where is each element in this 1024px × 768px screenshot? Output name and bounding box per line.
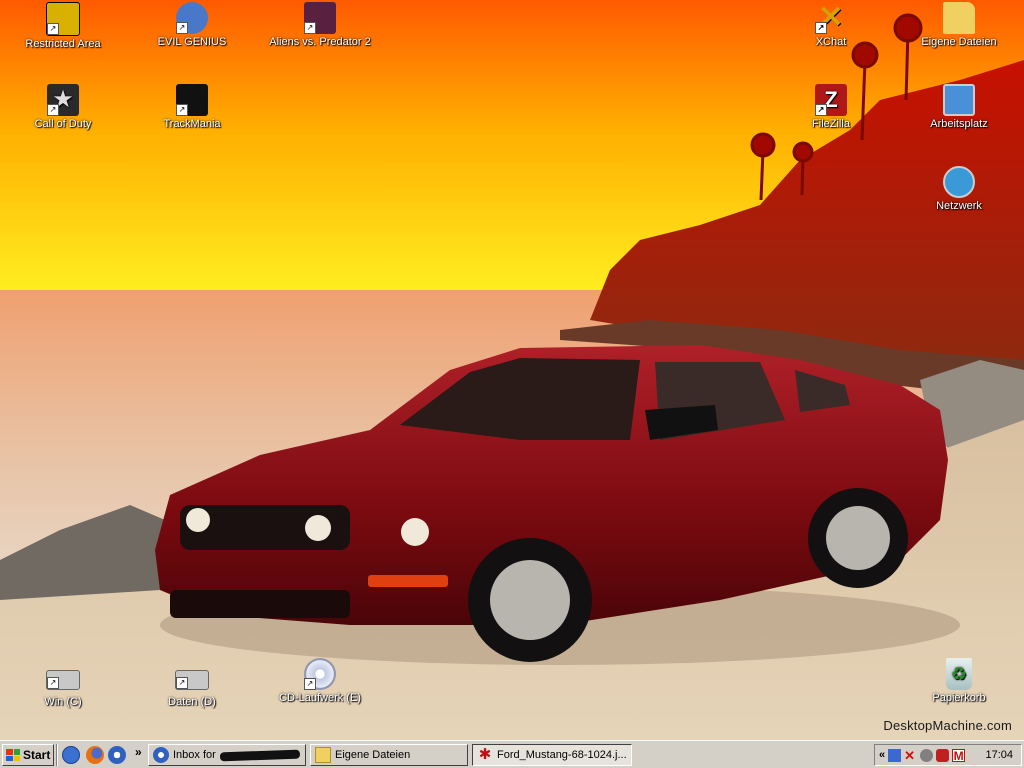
desktop-icon-call-of-duty[interactable]: ★ ↗ Call of Duty	[8, 84, 118, 130]
desktop-icon-arbeitsplatz[interactable]: Arbeitsplatz	[904, 84, 1014, 130]
quick-launch-more-button[interactable]: »	[135, 745, 142, 759]
my-documents-icon	[943, 2, 975, 34]
desktop-icon-filezilla[interactable]: Z ↗ FileZilla	[776, 84, 886, 130]
desktop-icon-papierkorb[interactable]: ♻ Papierkorb	[904, 658, 1014, 704]
volume-icon[interactable]	[888, 748, 902, 762]
desktop-icon-netzwerk[interactable]: Netzwerk	[904, 166, 1014, 212]
redaction-mark	[219, 749, 300, 761]
task-label: Inbox for	[173, 749, 216, 761]
evil-genius-icon: ↗	[176, 2, 208, 34]
antivirus-icon[interactable]	[920, 748, 934, 762]
cd-drive-icon: ↗	[304, 658, 336, 690]
thunderbird-icon[interactable]	[108, 746, 126, 764]
restricted-area-icon: ↗	[46, 2, 80, 36]
taskbar-separator	[56, 744, 58, 766]
desktop-icon-aliens-vs-predator-2[interactable]: ↗ Aliens vs. Predator 2	[265, 2, 375, 48]
desktop-icon-eigene-dateien[interactable]: Eigene Dateien	[904, 2, 1014, 48]
clock[interactable]: 17:04	[985, 749, 1013, 761]
hard-drive-icon: ↗	[46, 670, 80, 690]
trackmania-icon: ↗	[176, 84, 208, 116]
image-viewer-icon: ✱	[478, 746, 492, 763]
start-button[interactable]: Start	[2, 744, 54, 766]
gmail-notifier-icon[interactable]: M	[952, 748, 966, 762]
network-icon	[943, 166, 975, 198]
desktop-icon-restricted-area[interactable]: ↗ Restricted Area	[8, 2, 118, 50]
desktop-icon-win-c[interactable]: ↗ Win (C)	[8, 660, 118, 708]
thunderbird-icon	[153, 747, 169, 763]
recycle-bin-icon: ♻	[946, 658, 972, 690]
task-button-inbox[interactable]: Inbox for	[148, 744, 306, 766]
folder-icon	[315, 747, 331, 763]
desktop-icon-trackmania[interactable]: ↗ TrackMania	[137, 84, 247, 130]
task-button-ford-mustang[interactable]: ✱ Ford_Mustang-68-1024.j...	[472, 744, 632, 766]
desktop-icon-daten-d[interactable]: ↗ Daten (D)	[137, 660, 247, 708]
internet-explorer-icon[interactable]	[62, 746, 80, 764]
security-icon[interactable]	[936, 748, 950, 762]
task-label: Ford_Mustang-68-1024.j...	[497, 749, 627, 761]
my-computer-icon	[943, 84, 975, 116]
start-label: Start	[23, 748, 51, 762]
desktop-icon-xchat[interactable]: ✕ ↗ XChat	[776, 2, 886, 48]
filezilla-icon: Z ↗	[815, 84, 847, 116]
firefox-icon[interactable]	[86, 746, 104, 764]
task-label: Eigene Dateien	[335, 749, 411, 761]
desktop-icon-cd-laufwerk-e[interactable]: ↗ CD-Laufwerk (E)	[265, 658, 375, 704]
hard-drive-icon: ↗	[175, 670, 209, 690]
xchat-icon: ✕ ↗	[815, 2, 847, 34]
network-disconnected-icon[interactable]: ✕	[904, 749, 917, 762]
taskbar: Start » Inbox for Eigene Dateien ✱ Ford_…	[0, 740, 1024, 768]
desktop-icon-evil-genius[interactable]: ↗ EVIL GENIUS	[137, 2, 247, 48]
avp2-icon: ↗	[304, 2, 336, 34]
system-tray: « ✕ M 17:04	[874, 744, 1022, 766]
wallpaper-watermark: DesktopMachine.com	[883, 718, 1012, 733]
task-button-eigene-dateien[interactable]: Eigene Dateien	[310, 744, 468, 766]
call-of-duty-icon: ★ ↗	[47, 84, 79, 116]
windows-logo-icon	[6, 749, 20, 761]
tray-collapse-button[interactable]: «	[879, 749, 885, 761]
